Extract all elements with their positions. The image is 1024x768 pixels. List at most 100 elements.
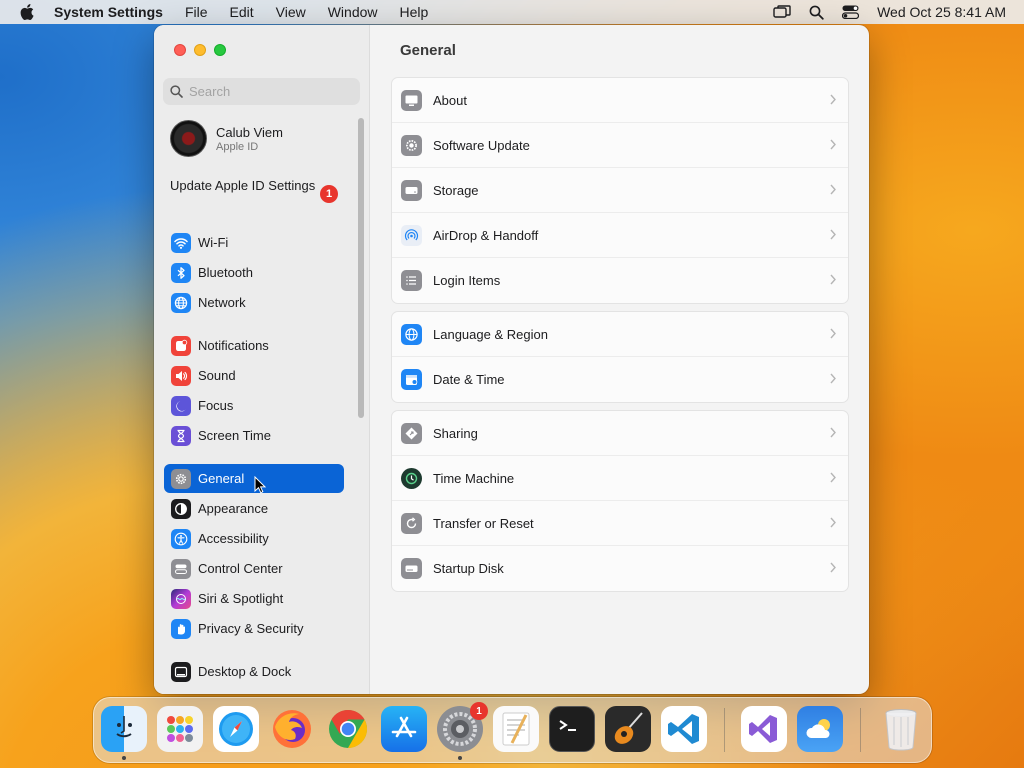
chevron-right-icon xyxy=(830,139,836,150)
drive-icon xyxy=(401,179,422,201)
dock-terminal-icon[interactable] xyxy=(549,706,595,752)
dock-garageband-icon[interactable] xyxy=(605,706,651,752)
chevron-right-icon xyxy=(830,229,836,240)
row-software-update[interactable]: Software Update xyxy=(392,123,848,168)
profile-name: Calub Viem xyxy=(216,124,283,140)
close-button[interactable] xyxy=(174,44,186,56)
bell-icon xyxy=(171,335,191,356)
sidebar-item-privacy-security[interactable]: Privacy & Security xyxy=(164,614,344,643)
sidebar-item-label: Control Center xyxy=(198,561,283,576)
dock-app-store-icon[interactable] xyxy=(381,706,427,752)
dock-textedit-icon[interactable] xyxy=(493,706,539,752)
sidebar-item-label: Notifications xyxy=(198,338,269,353)
row-language-region[interactable]: Language & Region xyxy=(392,312,848,357)
computer-icon xyxy=(401,89,422,111)
row-date-time[interactable]: Date & Time xyxy=(392,357,848,402)
apple-menu-icon[interactable] xyxy=(0,4,54,20)
dock-running-indicator xyxy=(458,756,462,760)
dock-trash-icon[interactable] xyxy=(878,706,924,752)
control-center-icon[interactable] xyxy=(833,5,867,19)
dock-weather-icon[interactable] xyxy=(797,706,843,752)
update-apple-id-settings[interactable]: Update Apple ID Settings xyxy=(170,178,340,194)
bluetooth-icon xyxy=(171,262,191,283)
menu-bar: System Settings File Edit View Window He… xyxy=(0,0,1024,24)
sidebar-item-network[interactable]: Network xyxy=(164,288,344,317)
menu-app-name[interactable]: System Settings xyxy=(54,4,174,20)
sidebar-item-focus[interactable]: Focus xyxy=(164,391,344,420)
update-badge: 1 xyxy=(320,185,338,203)
row-sharing[interactable]: Sharing xyxy=(392,411,848,456)
chevron-right-icon xyxy=(830,373,836,384)
menu-help[interactable]: Help xyxy=(389,4,440,20)
sidebar-item-label: Sound xyxy=(198,368,236,383)
sidebar-item-label: Network xyxy=(198,295,246,310)
sidebar-item-desktop-dock[interactable]: Desktop & Dock xyxy=(164,657,344,686)
accessibility-icon xyxy=(171,528,191,549)
search-icon xyxy=(170,85,183,98)
chevron-right-icon xyxy=(830,328,836,339)
row-label: Storage xyxy=(433,182,479,198)
sharing-icon xyxy=(401,422,422,444)
sidebar-item-bluetooth[interactable]: Bluetooth xyxy=(164,258,344,287)
disk-icon xyxy=(401,558,422,579)
calendar-icon xyxy=(401,369,422,390)
wifi-icon xyxy=(171,232,191,253)
row-login-items[interactable]: Login Items xyxy=(392,258,848,303)
sidebar-item-label: Screen Time xyxy=(198,428,271,443)
row-label: About xyxy=(433,92,467,108)
sidebar-item-label: Desktop & Dock xyxy=(198,664,292,679)
dock-safari-icon[interactable] xyxy=(213,706,259,752)
row-time-machine[interactable]: Time Machine xyxy=(392,456,848,501)
menu-view[interactable]: View xyxy=(265,4,317,20)
row-label: AirDrop & Handoff xyxy=(433,227,539,243)
row-transfer-reset[interactable]: Transfer or Reset xyxy=(392,501,848,546)
page-title: General xyxy=(400,42,456,59)
sidebar-scrollbar[interactable] xyxy=(358,118,364,418)
sidebar-item-control-center[interactable]: Control Center xyxy=(164,554,344,583)
sidebar-item-siri-spotlight[interactable]: Siri & Spotlight xyxy=(164,584,344,613)
menubar-clock[interactable]: Wed Oct 25 8:41 AM xyxy=(877,4,1006,20)
dock-visual-studio-icon[interactable] xyxy=(741,706,787,752)
sidebar-item-label: Bluetooth xyxy=(198,265,253,280)
dock-launchpad-icon[interactable] xyxy=(157,706,203,752)
row-label: Language & Region xyxy=(433,326,548,342)
sidebar-item-accessibility[interactable]: Accessibility xyxy=(164,524,344,553)
dock-icon xyxy=(171,661,191,682)
minimize-button[interactable] xyxy=(194,44,206,56)
row-label: Transfer or Reset xyxy=(433,515,534,531)
dock-settings-badge: 1 xyxy=(470,702,488,720)
menu-edit[interactable]: Edit xyxy=(219,4,265,20)
search-input[interactable] xyxy=(189,84,349,99)
avatar xyxy=(170,120,207,157)
search-field[interactable] xyxy=(163,78,360,105)
content-pane: General About Software Update Storage Ai… xyxy=(370,25,869,694)
settings-window: Calub Viem Apple ID Update Apple ID Sett… xyxy=(154,25,869,694)
dock-firefox-icon[interactable] xyxy=(269,706,315,752)
hourglass-icon xyxy=(171,425,191,446)
chevron-right-icon xyxy=(830,184,836,195)
settings-group-2: Language & Region Date & Time xyxy=(391,311,849,403)
dock-chrome-icon[interactable] xyxy=(325,706,371,752)
screen-mirroring-icon[interactable] xyxy=(765,5,799,19)
sidebar-item-appearance[interactable]: Appearance xyxy=(164,494,344,523)
row-startup-disk[interactable]: Startup Disk xyxy=(392,546,848,591)
row-about[interactable]: About xyxy=(392,78,848,123)
row-storage[interactable]: Storage xyxy=(392,168,848,213)
apple-id-profile[interactable]: Calub Viem Apple ID xyxy=(170,120,283,157)
spotlight-search-icon[interactable] xyxy=(799,5,833,20)
mouse-cursor-icon xyxy=(254,476,267,494)
zoom-button[interactable] xyxy=(214,44,226,56)
menu-window[interactable]: Window xyxy=(317,4,389,20)
sidebar-item-screen-time[interactable]: Screen Time xyxy=(164,421,344,450)
sidebar-item-sound[interactable]: Sound xyxy=(164,361,344,390)
menu-file[interactable]: File xyxy=(174,4,219,20)
dock-finder-icon[interactable] xyxy=(101,706,147,752)
control-center-icon xyxy=(171,558,191,579)
row-airdrop-handoff[interactable]: AirDrop & Handoff xyxy=(392,213,848,258)
sidebar-item-wifi[interactable]: Wi-Fi xyxy=(164,228,344,257)
dock-vscode-icon[interactable] xyxy=(661,706,707,752)
chevron-right-icon xyxy=(830,94,836,105)
sidebar-item-notifications[interactable]: Notifications xyxy=(164,331,344,360)
dock-running-indicator xyxy=(122,756,126,760)
sidebar-item-label: Appearance xyxy=(198,501,269,516)
